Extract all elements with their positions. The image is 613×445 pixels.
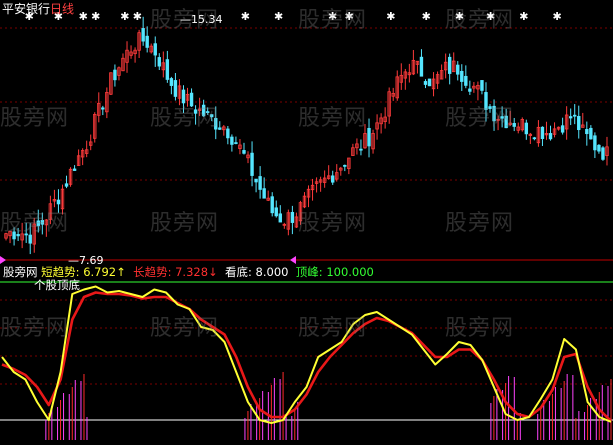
signal-star-icon: ✱ [553, 10, 562, 23]
signal-star-icon: ✱ [79, 10, 88, 23]
candle-body [456, 64, 460, 75]
watermark: 股旁网 [445, 316, 515, 341]
signal-star-icon: ✱ [91, 10, 100, 23]
signal-star-icon: ✱ [519, 10, 528, 23]
readout-long-trend: 长趋势: 7.328↓ [133, 265, 218, 279]
readout-short-trend: 短趋势: 6.792↑ [41, 265, 126, 279]
watermark: 股旁网 [150, 211, 220, 236]
candle-body [585, 128, 589, 135]
watermark: 股旁网 [298, 316, 368, 341]
candle-body [157, 57, 161, 67]
candle-body [270, 196, 274, 214]
watermark: 股旁网 [445, 211, 515, 236]
indicator-name: 个股顶底 [34, 278, 80, 292]
candle-body [597, 144, 601, 152]
stock-name: 平安银行 [2, 2, 51, 16]
short-trend-line [1, 285, 612, 424]
high-leader: — [180, 13, 191, 26]
readout-peak: 顶峰: 100.000 [295, 265, 374, 279]
candle-body [423, 81, 428, 85]
site-label: 股旁网 [3, 265, 38, 279]
candle-body [568, 116, 573, 119]
candle-body [560, 125, 565, 133]
candle-body [460, 70, 464, 82]
chart-header: 平安银行日线 [2, 2, 74, 16]
signal-star-icon: ✱ [133, 10, 142, 23]
watermark: 股旁网 [0, 211, 70, 236]
watermark: 股旁网 [445, 8, 515, 33]
indicator-header: 股旁网 短趋势: 6.792↑, 长趋势: 7.328↓, 看底: 8.000,… [3, 265, 378, 279]
candle-body [258, 176, 262, 190]
candle-body [169, 78, 174, 86]
candle-body [331, 175, 335, 183]
candle-body [468, 88, 472, 92]
candle-body [577, 116, 581, 131]
candle-body [589, 127, 593, 140]
watermark: 股旁网 [0, 106, 70, 131]
candle-body [153, 43, 157, 56]
candle-body [359, 148, 363, 151]
candle-body [72, 168, 77, 171]
candle-body [601, 147, 605, 160]
candle-body [145, 35, 149, 48]
signal-star-icon: ✱ [422, 10, 431, 23]
candle-body [173, 80, 178, 97]
candle-body [165, 59, 170, 80]
candle-body [254, 178, 258, 183]
candle-body [464, 75, 468, 86]
candle-body [250, 152, 254, 176]
signal-star-icon: ✱ [274, 10, 283, 23]
watermark: 股旁网 [150, 316, 220, 341]
candle-body [101, 107, 105, 110]
readout-bottom: 看底: 8.000 [225, 265, 289, 279]
candle-body [262, 188, 266, 199]
candle-body [573, 114, 577, 117]
candle-body [343, 164, 347, 167]
candle-body [230, 136, 234, 145]
signal-star-icon: ✱ [241, 10, 250, 23]
watermark: 股旁网 [445, 106, 515, 131]
candle-body [548, 133, 553, 140]
candle-body [242, 150, 246, 154]
watermark: 股旁网 [298, 8, 368, 33]
candle-body [226, 128, 230, 139]
watermark: 股旁网 [150, 106, 220, 131]
candle-body [274, 207, 278, 217]
candle-body [524, 122, 529, 135]
candle-body [367, 127, 371, 147]
watermark: 股旁网 [0, 316, 70, 341]
candle-body [234, 142, 238, 145]
candle-body [419, 56, 424, 77]
candle-body [64, 183, 69, 187]
left-marker-icon [0, 256, 6, 264]
candle-body [540, 126, 545, 139]
candle-body [480, 80, 484, 91]
period-label: 日线 [50, 2, 75, 16]
watermark: 股旁网 [298, 211, 368, 236]
candle-body [56, 199, 61, 205]
candle-body [141, 28, 145, 42]
candle-body [532, 137, 537, 140]
candle-body [113, 69, 117, 81]
candle-body [427, 78, 432, 87]
signal-star-icon: ✱ [386, 10, 395, 23]
high-price-value: 15.34 [191, 13, 223, 26]
candle-body [593, 135, 597, 151]
watermark: 股旁网 [298, 106, 368, 131]
high-price-label: —15.34 [180, 13, 223, 27]
signal-star-icon: ✱ [120, 10, 129, 23]
candle-body [290, 211, 295, 223]
candle-body [278, 213, 282, 223]
candle-body [447, 56, 452, 74]
stock-chart-stage: ✱ ✱ ✱ ✱ ✱ ✱ ✱ ✱ ✱ ✱ ✱ ✱ ✱ ✱ ✱ ✱ 股旁网 股旁网 股旁网 股旁网 股旁网 股旁网… [0, 0, 613, 445]
right-marker-icon [290, 256, 296, 264]
